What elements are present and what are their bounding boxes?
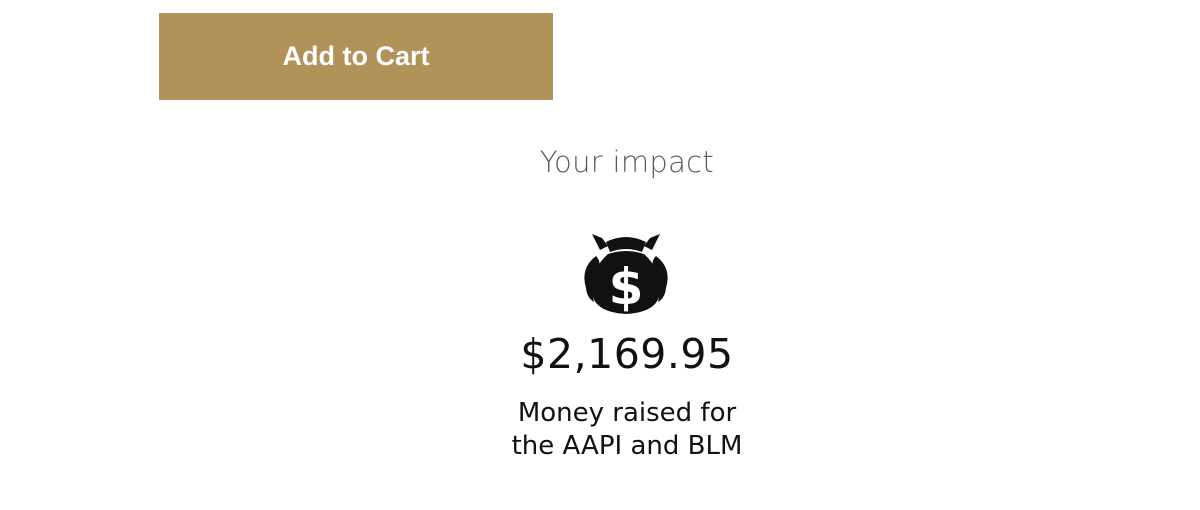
svg-text:$: $ bbox=[609, 258, 644, 316]
impact-amount: $2,169.95 bbox=[520, 330, 734, 378]
add-to-cart-button[interactable]: Add to Cart bbox=[159, 13, 553, 100]
impact-caption: Money raised for the AAPI and BLM bbox=[427, 397, 827, 463]
money-bag-icon: $ bbox=[584, 234, 668, 316]
impact-caption-line-1: Money raised for bbox=[517, 398, 737, 428]
impact-caption-line-2: the AAPI and BLM bbox=[511, 431, 743, 461]
impact-title: Your impact bbox=[539, 145, 715, 179]
